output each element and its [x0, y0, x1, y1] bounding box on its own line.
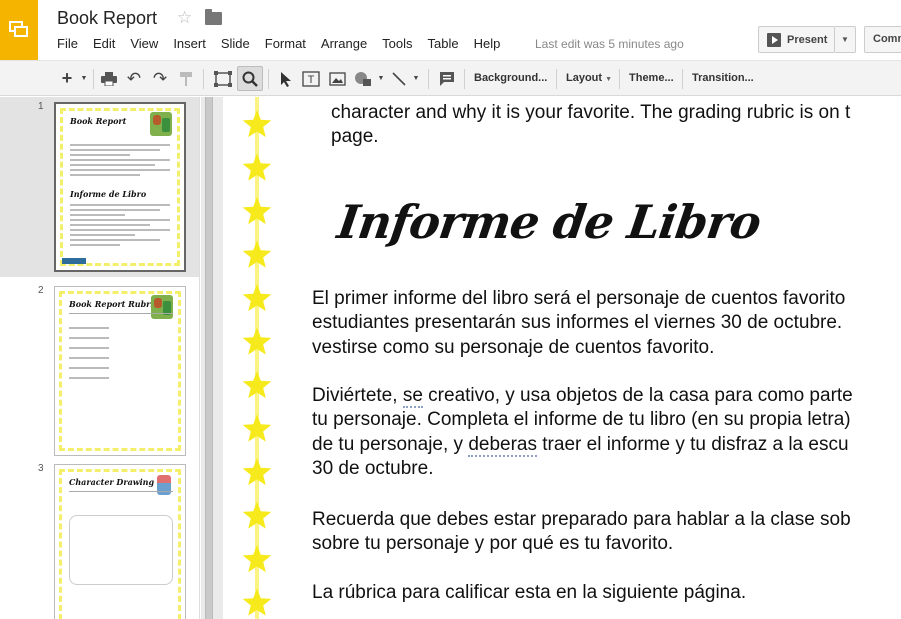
- slide-text-line[interactable]: tu personaje. Completa el informe de tu …: [312, 408, 851, 432]
- slide-text-line[interactable]: 30 de octubre.: [312, 457, 433, 481]
- slide-text-line[interactable]: sobre tu personaje y por qué es tu favor…: [312, 532, 673, 556]
- transition-button[interactable]: Transition...: [692, 66, 754, 91]
- thumb-text-lines: [70, 204, 170, 249]
- new-slide-dropdown-icon[interactable]: ▼: [78, 66, 90, 91]
- redo-icon[interactable]: ↷: [149, 66, 171, 91]
- app-header: Book Report ☆ File Edit View Insert Slid…: [0, 0, 901, 60]
- slide-number: 3: [38, 463, 44, 474]
- slide-text-line[interactable]: character and why it is your favorite. T…: [331, 101, 850, 125]
- comment-icon[interactable]: [436, 66, 458, 91]
- slide-thumbnail-2[interactable]: 2 Book Report Rubric: [0, 281, 199, 461]
- paint-format-icon[interactable]: [175, 66, 197, 91]
- slide-number: 1: [38, 101, 44, 112]
- thumb-title: Book Report Rubric: [69, 299, 159, 309]
- slide-number: 2: [38, 285, 44, 296]
- zoom-icon[interactable]: [237, 66, 263, 91]
- slide-text-line[interactable]: de tu personaje, y deberas traer el info…: [312, 433, 849, 457]
- new-slide-icon[interactable]: +: [56, 66, 78, 91]
- slide-filmstrip: 1 Book Report Informe de Libro 2 Book Re…: [0, 97, 200, 619]
- slide-text-line[interactable]: La rúbrica para calificar esta en la sig…: [312, 581, 746, 605]
- present-dropdown-button[interactable]: ▼: [835, 26, 856, 53]
- thumb-subtitle: Informe de Libro: [70, 189, 147, 199]
- splitter-handle[interactable]: [205, 97, 213, 619]
- clipart-image: [151, 295, 173, 319]
- text-box-icon[interactable]: T: [299, 66, 323, 91]
- menu-arrange[interactable]: Arrange: [321, 36, 367, 51]
- footer-image: [62, 258, 86, 264]
- menu-format[interactable]: Format: [265, 36, 306, 51]
- slide-text-line[interactable]: estudiantes presentarán sus informes el …: [312, 311, 842, 335]
- menu-bar: File Edit View Insert Slide Format Arran…: [57, 36, 515, 51]
- slide-text-line[interactable]: page.: [331, 125, 379, 149]
- undo-icon[interactable]: ↶: [123, 66, 145, 91]
- last-edit-status[interactable]: Last edit was 5 minutes ago: [535, 37, 684, 51]
- slide-heading[interactable]: Informe de Libro: [334, 195, 764, 249]
- menu-table[interactable]: Table: [428, 36, 459, 51]
- present-label: Present: [787, 33, 828, 46]
- menu-slide[interactable]: Slide: [221, 36, 250, 51]
- thumb-text-lines: [70, 144, 170, 179]
- menu-view[interactable]: View: [130, 36, 158, 51]
- drawing-area: [69, 515, 173, 585]
- star-icon-column: [242, 97, 272, 619]
- chevron-down-icon: ▼: [841, 35, 849, 44]
- slides-logo-icon[interactable]: [0, 0, 38, 60]
- menu-edit[interactable]: Edit: [93, 36, 115, 51]
- clipart-image: [157, 475, 171, 495]
- background-button[interactable]: Background...: [474, 66, 547, 91]
- toolbar: + ▼ ↶ ↷ T ▼ ▼ Background... Layout ▼ Them…: [0, 60, 901, 96]
- select-cursor-icon[interactable]: [275, 66, 297, 91]
- shape-icon[interactable]: [352, 66, 376, 91]
- thumb-text-lines: [69, 327, 109, 382]
- folder-icon[interactable]: [205, 9, 222, 25]
- layout-button[interactable]: Layout ▼: [566, 66, 612, 91]
- menu-help[interactable]: Help: [474, 36, 501, 51]
- svg-text:T: T: [308, 74, 315, 86]
- thumb-title: Book Report: [70, 116, 127, 126]
- theme-button[interactable]: Theme...: [629, 66, 674, 91]
- layout-label: Layout: [566, 72, 603, 84]
- slide-preview[interactable]: Book Report Informe de Libro: [54, 102, 186, 272]
- thumb-title: Character Drawing: [69, 477, 155, 487]
- document-title[interactable]: Book Report: [57, 8, 157, 29]
- spellcheck-word[interactable]: se: [402, 385, 423, 408]
- shape-dropdown-icon[interactable]: ▼: [376, 66, 386, 91]
- clipart-image: [150, 112, 172, 136]
- slide-preview[interactable]: Character Drawing: [54, 464, 186, 619]
- slide-thumbnail-1[interactable]: 1 Book Report Informe de Libro: [0, 97, 199, 277]
- line-icon[interactable]: [389, 66, 409, 91]
- zoom-fit-icon[interactable]: [210, 66, 236, 91]
- comments-button[interactable]: Comm: [864, 26, 901, 53]
- print-icon[interactable]: [98, 66, 120, 91]
- image-icon[interactable]: [325, 66, 349, 91]
- star-icon[interactable]: ☆: [177, 8, 192, 28]
- slide-text-line[interactable]: Recuerda que debes estar preparado para …: [312, 508, 851, 532]
- slide-canvas[interactable]: character and why it is your favorite. T…: [223, 97, 901, 619]
- slide-text-line[interactable]: El primer informe del libro será el pers…: [312, 287, 845, 311]
- slide-thumbnail-3[interactable]: 3 Character Drawing: [0, 459, 199, 619]
- chevron-down-icon: ▼: [605, 76, 612, 83]
- menu-insert[interactable]: Insert: [173, 36, 206, 51]
- play-icon: [767, 32, 781, 47]
- present-button[interactable]: Present: [758, 26, 835, 53]
- slide-text-line[interactable]: vestirse como su personaje de cuentos fa…: [312, 336, 714, 360]
- spellcheck-word[interactable]: deberas: [468, 434, 537, 457]
- slide-text-line[interactable]: Diviértete, se creativo, y usa objetos d…: [312, 384, 853, 408]
- slide-preview[interactable]: Book Report Rubric: [54, 286, 186, 456]
- menu-file[interactable]: File: [57, 36, 78, 51]
- star-border-image: [241, 97, 273, 619]
- menu-tools[interactable]: Tools: [382, 36, 412, 51]
- line-dropdown-icon[interactable]: ▼: [410, 66, 422, 91]
